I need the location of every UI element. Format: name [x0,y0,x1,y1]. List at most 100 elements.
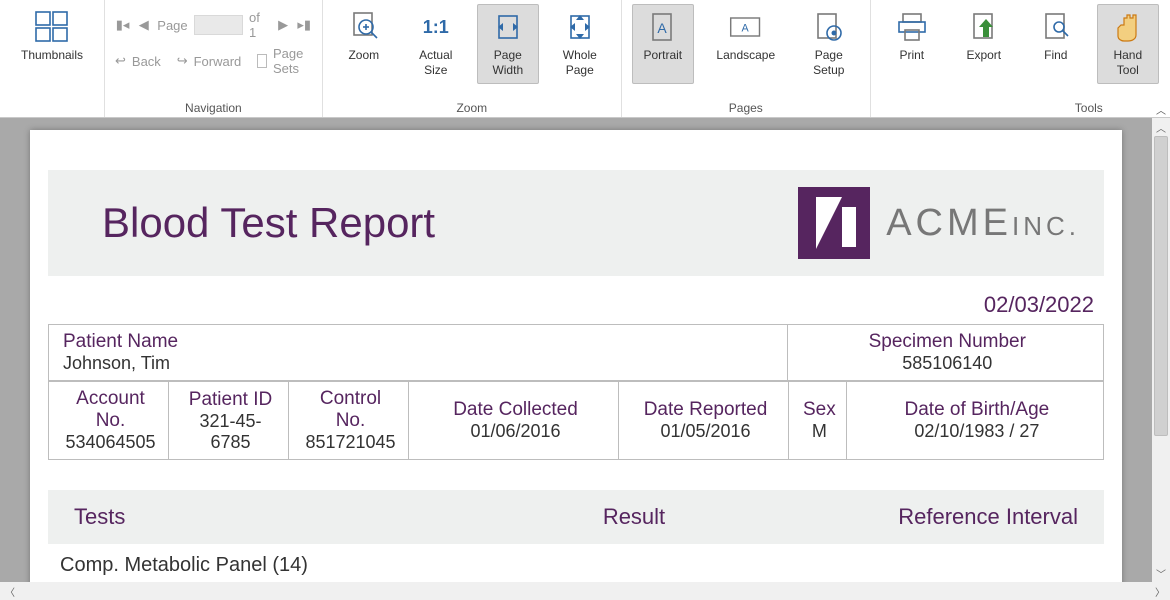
control-no-label: Control No. [303,388,398,432]
thumbnails-icon [34,9,70,45]
dob-age-value: 02/10/1983 / 27 [861,421,1093,442]
next-page-button[interactable]: ▶ [276,17,291,33]
page-sets-checkbox[interactable] [257,54,267,68]
document-viewer-wrap: Blood Test Report ACMEINC. 02/03/2022 Pa… [0,118,1170,582]
document-viewer[interactable]: Blood Test Report ACMEINC. 02/03/2022 Pa… [0,118,1152,582]
date-collected-value: 01/06/2016 [423,421,608,442]
back-icon: ↩ [115,53,126,69]
landscape-icon: A [728,9,764,45]
scroll-down-button[interactable]: ﹀ [1152,564,1170,582]
date-collected-label: Date Collected [423,399,608,421]
actual-size-button[interactable]: 1:1 Actual Size [405,4,467,84]
page-width-button[interactable]: Page Width [477,4,539,84]
sex-value: M [803,421,836,442]
page-label: Page [157,18,187,33]
svg-text:A: A [657,20,667,36]
page-setup-button[interactable]: Page Setup [798,4,860,84]
page-sets-label: Page Sets [273,46,312,76]
whole-page-icon [562,9,598,45]
brand-mark-icon [798,187,870,259]
thumbnails-button[interactable]: Thumbnails [10,4,94,84]
sex-label: Sex [803,399,836,421]
date-reported-value: 01/05/2016 [633,421,778,442]
report-title: Blood Test Report [102,199,435,247]
page-width-label: Page Width [492,45,523,78]
patient-details-table: Account No. 534064505 Patient ID 321-45-… [48,381,1104,460]
actual-size-icon: 1:1 [418,9,454,45]
find-label: Find [1044,45,1067,63]
brand-suffix: INC. [1012,211,1080,241]
svg-text:A: A [741,23,749,35]
ribbon-collapse-button[interactable]: ︿ [1156,102,1166,117]
find-button[interactable]: Find [1025,4,1087,84]
landscape-label: Landscape [716,45,775,63]
tests-col-result: Result [454,504,814,530]
patient-id-value: 321-45-6785 [183,411,278,453]
page-of-label: of 1 [249,10,270,40]
scroll-right-button[interactable]: 〉 [1150,584,1170,599]
find-icon [1038,9,1074,45]
thumbnails-label: Thumbnails [21,45,83,63]
landscape-button[interactable]: A Landscape [704,4,788,84]
vertical-scrollbar[interactable]: ︿ ﹀ [1152,118,1170,582]
actual-size-label: Actual Size [419,45,452,78]
report-page: Blood Test Report ACMEINC. 02/03/2022 Pa… [30,130,1122,582]
tests-header: Tests Result Reference Interval [48,490,1104,544]
tests-col-ref: Reference Interval [814,504,1078,530]
report-header: Blood Test Report ACMEINC. [48,170,1104,276]
specimen-number-label: Specimen Number [802,331,1094,353]
scroll-thumb[interactable] [1154,136,1168,436]
print-button[interactable]: Print [881,4,943,84]
page-number-input[interactable] [194,15,243,35]
hand-tool-label: Hand Tool [1113,45,1142,78]
export-button[interactable]: Export [953,4,1015,84]
print-icon [894,9,930,45]
page-setup-icon [811,9,847,45]
forward-icon: ↪ [177,53,188,69]
zoom-group-label: Zoom [456,99,487,115]
test-row: Comp. Metabolic Panel (14) [48,554,1104,577]
zoom-label: Zoom [348,45,379,63]
horizontal-scrollbar[interactable]: 〈 〉 [0,582,1170,600]
control-no-value: 851721045 [303,432,398,453]
pages-group-label: Pages [729,99,763,115]
report-date: 02/03/2022 [30,276,1122,324]
export-label: Export [966,45,1001,63]
back-button[interactable]: Back [132,54,161,69]
patient-info-table: Patient Name Johnson, Tim Specimen Numbe… [48,324,1104,381]
tools-group-label: Tools [1075,99,1103,115]
last-page-button[interactable]: ▸▮ [297,17,312,33]
portrait-icon: A [645,9,681,45]
tests-col-tests: Tests [74,504,454,530]
dob-age-label: Date of Birth/Age [861,399,1093,421]
brand-name: ACME [886,202,1012,244]
whole-page-label: Whole Page [563,45,597,78]
scroll-up-button[interactable]: ︿ [1152,118,1170,136]
navigation-group-label: Navigation [185,99,242,115]
zoom-icon [346,9,382,45]
account-no-value: 534064505 [63,432,158,453]
patient-id-label: Patient ID [183,389,278,411]
patient-name-value: Johnson, Tim [63,353,777,374]
ribbon: Thumbnails ▮◂ ◀ Page of 1 ▶ ▸▮ ↩ Back [0,0,1170,118]
scroll-left-button[interactable]: 〈 [0,584,20,599]
brand-text: ACMEINC. [886,202,1080,245]
whole-page-button[interactable]: Whole Page [549,4,611,84]
hand-tool-icon [1110,9,1146,45]
export-icon [966,9,1002,45]
scroll-track[interactable] [1152,136,1170,564]
page-setup-label: Page Setup [813,45,844,78]
portrait-button[interactable]: A Portrait [632,4,694,84]
specimen-number-value: 585106140 [802,353,1094,374]
page-width-icon [490,9,526,45]
first-page-button[interactable]: ▮◂ [115,17,130,33]
print-label: Print [899,45,924,63]
zoom-button[interactable]: Zoom [333,4,395,84]
brand-logo: ACMEINC. [798,187,1080,259]
patient-name-label: Patient Name [63,331,777,353]
account-no-label: Account No. [63,388,158,432]
portrait-label: Portrait [643,45,682,63]
forward-button[interactable]: Forward [194,54,242,69]
prev-page-button[interactable]: ◀ [136,17,151,33]
hand-tool-button[interactable]: Hand Tool [1097,4,1159,84]
